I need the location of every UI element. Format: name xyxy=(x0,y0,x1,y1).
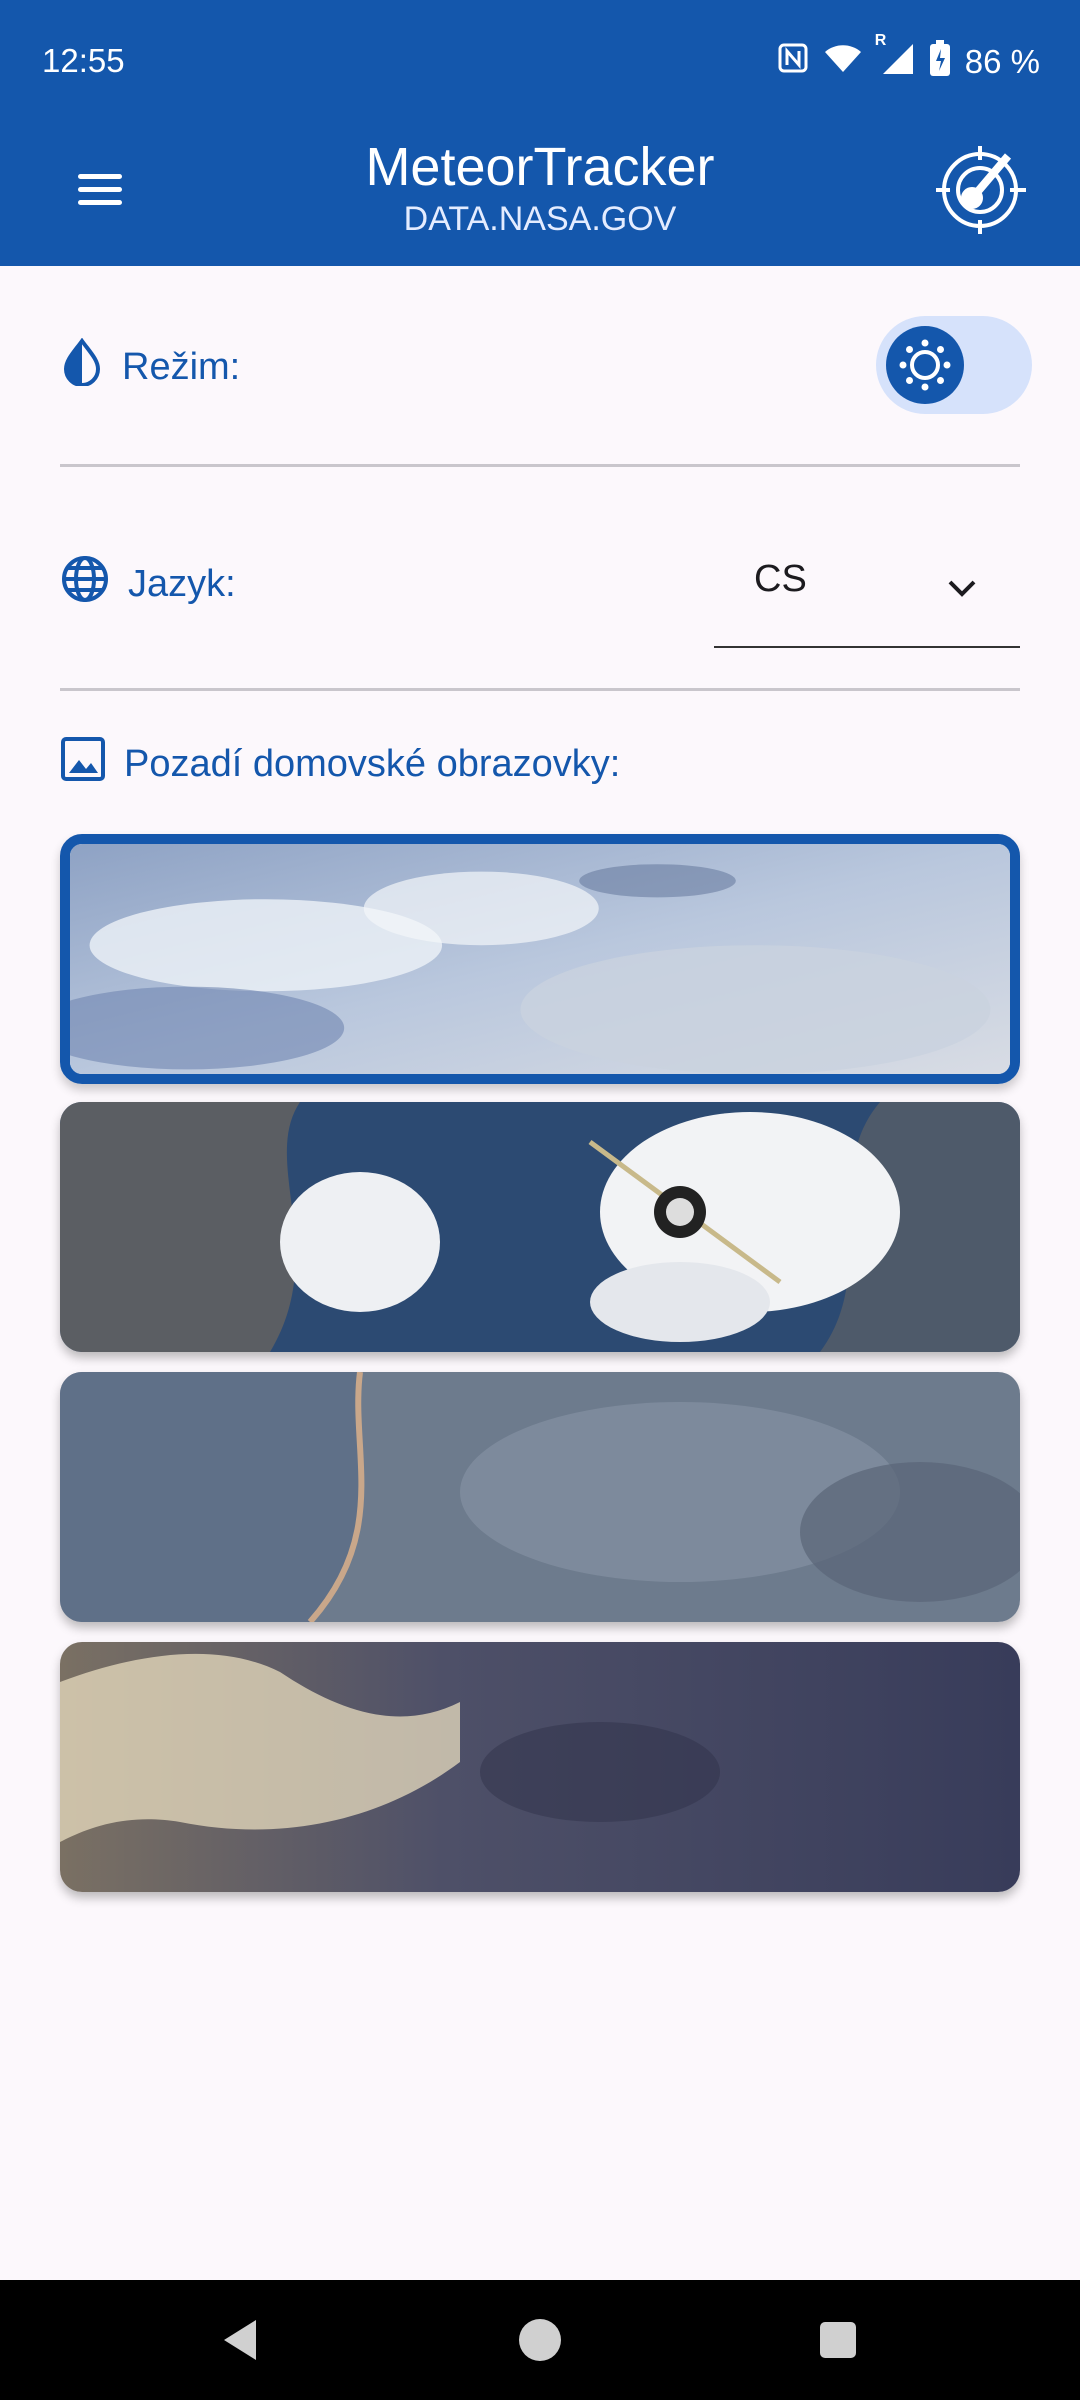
planet-coast-image xyxy=(60,1372,1020,1622)
half-drop-icon xyxy=(60,337,104,396)
background-option-mars-terrain[interactable] xyxy=(60,1642,1020,1892)
status-bar: 12:55 R 86 % xyxy=(0,0,1080,128)
system-nav-bar xyxy=(0,2280,1080,2400)
wifi-icon xyxy=(823,42,863,82)
roaming-indicator: R xyxy=(874,32,887,49)
image-icon xyxy=(60,736,106,792)
status-icons: R 86 % xyxy=(777,32,1040,84)
status-time: 12:55 xyxy=(42,42,125,79)
background-option-spacecraft[interactable] xyxy=(60,1102,1020,1352)
battery-icon xyxy=(929,40,951,84)
background-option-earth-clouds[interactable] xyxy=(60,834,1020,1084)
mode-label: Režim: xyxy=(122,345,241,388)
recents-icon xyxy=(820,2322,856,2358)
language-label: Jazyk: xyxy=(128,562,236,605)
background-label-group: Pozadí domovské obrazovky: xyxy=(60,736,1020,792)
language-dropdown[interactable]: CS xyxy=(714,540,1020,648)
signal-icon: R xyxy=(875,32,915,84)
chevron-down-icon xyxy=(942,568,982,613)
divider xyxy=(60,688,1020,691)
nfc-icon xyxy=(777,42,809,82)
recents-button[interactable] xyxy=(808,2310,868,2370)
background-option-planet-coast[interactable] xyxy=(60,1372,1020,1622)
theme-toggle[interactable] xyxy=(876,316,1032,414)
mars-terrain-image xyxy=(60,1642,1020,1892)
meteor-target-icon[interactable] xyxy=(934,140,1030,236)
sun-icon xyxy=(886,326,964,404)
globe-icon xyxy=(60,554,110,614)
app-subtitle: DATA.NASA.GOV xyxy=(403,200,677,238)
back-icon xyxy=(224,2320,256,2360)
earth-clouds-image xyxy=(70,844,1010,1074)
home-button[interactable] xyxy=(510,2310,570,2370)
background-row: Pozadí domovské obrazovky: xyxy=(60,736,1020,792)
app-bar: MeteorTracker DATA.NASA.GOV xyxy=(0,128,1080,266)
language-value: CS xyxy=(754,558,807,600)
battery-percent: 86 % xyxy=(964,43,1040,80)
divider xyxy=(60,464,1020,467)
dropdown-underline xyxy=(714,646,1020,648)
home-icon xyxy=(519,2319,561,2361)
background-label: Pozadí domovské obrazovky: xyxy=(124,742,621,785)
spacecraft-earth-image xyxy=(60,1102,1020,1352)
back-button[interactable] xyxy=(210,2310,270,2370)
app-title: MeteorTracker xyxy=(365,137,715,197)
